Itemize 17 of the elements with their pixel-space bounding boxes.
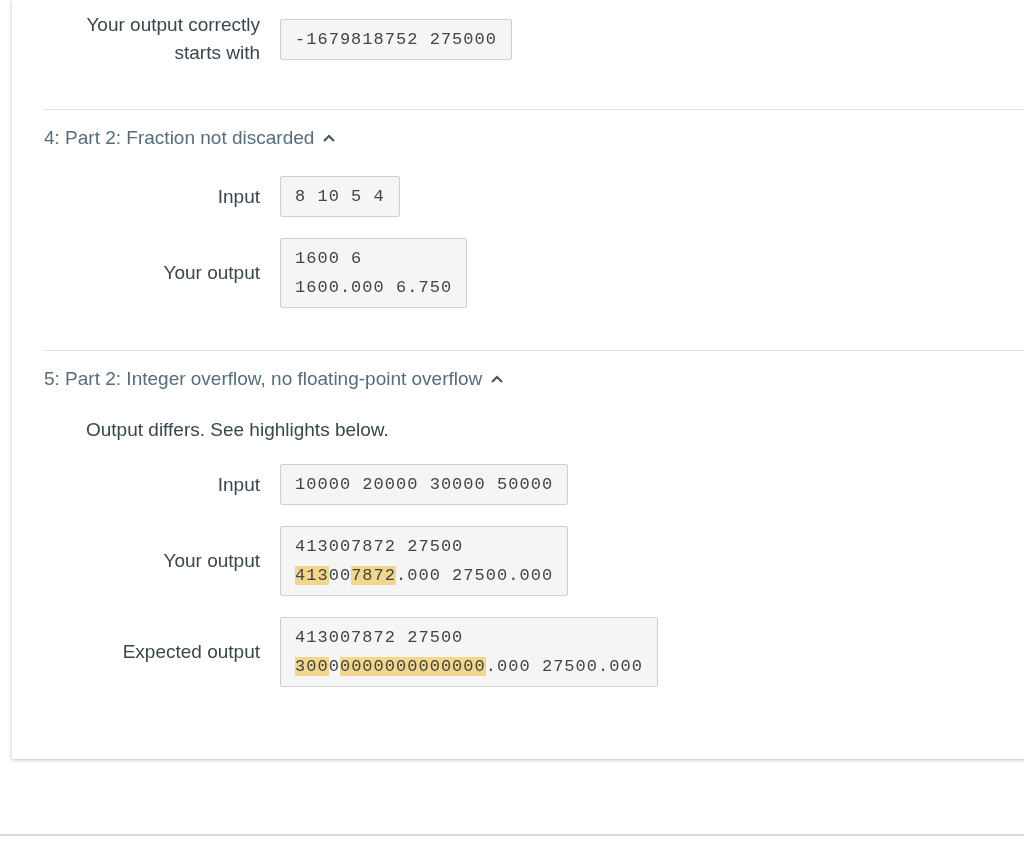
- code-output: 413007872 27500 413007872.000 27500.000: [280, 526, 569, 596]
- test-title[interactable]: 5: Part 2: Integer overflow, no floating-point overflow: [44, 365, 483, 393]
- field-label: Your output: [162, 549, 260, 573]
- field-label: Your output correctly starts with: [85, 13, 260, 65]
- status-message: Output differs. See highlights below.: [86, 418, 390, 442]
- code-output: 8 10 5 4: [280, 176, 400, 217]
- code-output: 1600 6 1600.000 6.750: [280, 238, 468, 308]
- chevron-up-icon[interactable]: [322, 133, 337, 143]
- code-output: 10000 20000 30000 50000: [280, 464, 569, 505]
- code-output: -1679818752 275000: [280, 18, 512, 60]
- field-label: Input: [216, 184, 260, 209]
- field-label: Input: [216, 472, 260, 497]
- test-title[interactable]: 4: Part 2: Fraction not discarded: [44, 124, 315, 152]
- field-label: Expected output: [121, 640, 260, 664]
- chevron-up-icon[interactable]: [490, 374, 505, 384]
- field-label: Your output: [162, 261, 260, 285]
- code-output: 413007872 27500 30000000000000000.000 27500.000: [280, 617, 658, 687]
